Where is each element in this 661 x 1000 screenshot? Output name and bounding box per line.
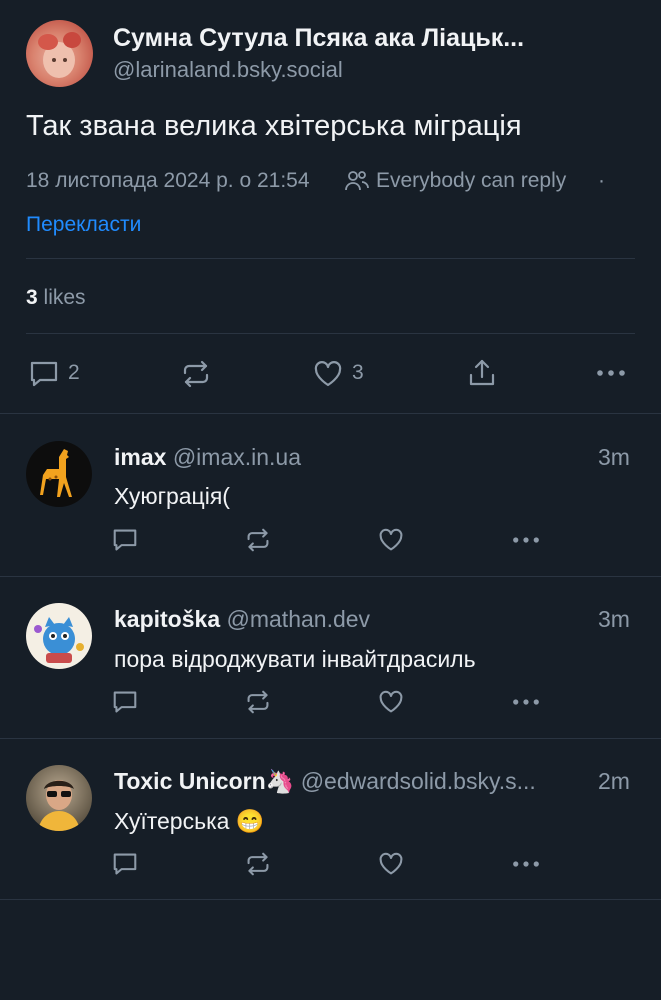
likes-count: 3 xyxy=(26,286,38,309)
reply-header: Toxic Unicorn🦄 @edwardsolid.bsky.s... xyxy=(114,766,590,796)
repost-icon[interactable] xyxy=(180,358,212,390)
reply-text: Хуюграція( xyxy=(114,483,230,509)
like-icon[interactable] xyxy=(377,526,405,554)
reply-time[interactable]: 2m xyxy=(598,766,630,796)
reply-avatar[interactable] xyxy=(26,441,92,507)
repost-icon[interactable] xyxy=(244,526,272,554)
author-name[interactable]: Сумна Сутула Псяка ака Ліацьк... xyxy=(113,23,623,53)
reply-author-handle[interactable]: @edwardsolid.bsky.s... xyxy=(301,768,536,794)
divider xyxy=(0,738,661,739)
divider xyxy=(26,258,635,259)
likes-label: likes xyxy=(43,286,86,309)
more-options-icon[interactable] xyxy=(510,692,542,712)
translate-link[interactable]: Перекласти xyxy=(26,211,141,239)
reply-icon[interactable] xyxy=(111,688,139,716)
reply-icon[interactable] xyxy=(28,358,60,390)
users-icon xyxy=(344,168,370,194)
likes-summary[interactable]: 3 likes xyxy=(26,284,86,312)
reply-text: пора відроджувати інвайтдрасиль xyxy=(114,646,476,672)
reply-avatar[interactable] xyxy=(26,765,92,831)
like-icon[interactable] xyxy=(377,688,405,716)
more-options-icon[interactable] xyxy=(594,362,628,384)
separator-dot: · xyxy=(598,169,605,192)
post-timestamp[interactable]: 18 листопада 2024 р. о 21:54 xyxy=(26,167,310,195)
reply-avatar[interactable] xyxy=(26,603,92,669)
repost-icon[interactable] xyxy=(244,850,272,878)
divider xyxy=(0,576,661,577)
more-options-icon[interactable] xyxy=(510,530,542,550)
reply-author-name[interactable]: kapitoška xyxy=(114,606,220,632)
like-icon[interactable] xyxy=(312,358,344,390)
reply-header: kapitoška @mathan.dev xyxy=(114,604,594,634)
divider xyxy=(0,413,661,414)
author-handle[interactable]: @larinaland.bsky.social xyxy=(113,56,343,84)
reply-count: 2 xyxy=(68,361,80,384)
reply-author-name[interactable]: Toxic Unicorn🦄 xyxy=(114,768,294,794)
reply-icon[interactable] xyxy=(111,526,139,554)
repost-icon[interactable] xyxy=(244,688,272,716)
more-options-icon[interactable] xyxy=(510,854,542,874)
like-icon[interactable] xyxy=(377,850,405,878)
reply-author-name[interactable]: imax xyxy=(114,444,166,470)
reply-text: Хуїтерська 😁 xyxy=(114,808,265,834)
divider xyxy=(26,333,635,334)
reply-time[interactable]: 3m xyxy=(598,604,630,634)
author-avatar[interactable] xyxy=(26,20,93,87)
reply-icon[interactable] xyxy=(111,850,139,878)
like-count: 3 xyxy=(352,361,364,384)
reply-setting[interactable]: Everybody can reply xyxy=(376,167,566,195)
reply-header: imax @imax.in.ua xyxy=(114,442,594,472)
reply-author-handle[interactable]: @mathan.dev xyxy=(227,606,371,632)
reply-author-handle[interactable]: @imax.in.ua xyxy=(173,444,301,470)
post-text: Так звана велика хвітерська міграція xyxy=(26,110,522,142)
divider xyxy=(0,899,661,900)
reply-time[interactable]: 3m xyxy=(598,442,630,472)
share-icon[interactable] xyxy=(466,357,498,389)
